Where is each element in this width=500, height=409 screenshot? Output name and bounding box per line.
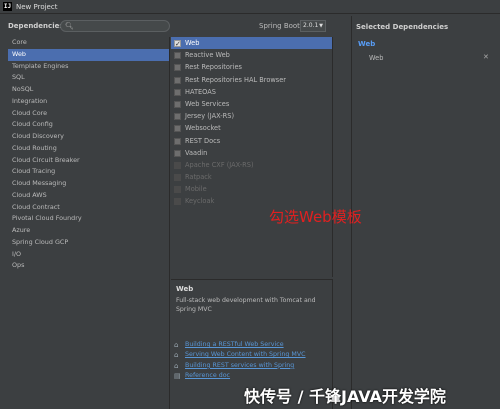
dependency-item[interactable]: Rest Repositories — [171, 61, 332, 73]
category-item[interactable]: SQL — [8, 72, 169, 84]
category-item[interactable]: I/O — [8, 249, 169, 261]
selected-dependencies-panel: Selected Dependencies Web Web ✕ — [351, 16, 500, 409]
category-item[interactable]: Cloud Messaging — [8, 178, 169, 190]
guide-link[interactable]: ⌂ Building a RESTful Web Service — [174, 340, 306, 350]
category-item[interactable]: Azure — [8, 225, 169, 237]
category-item[interactable]: Pivotal Cloud Foundry — [8, 213, 169, 225]
selected-group-label: Web — [358, 40, 376, 48]
dependency-item: Ratpack — [171, 171, 332, 183]
selected-dependencies-label: Selected Dependencies — [356, 23, 449, 31]
dependency-item[interactable]: Reactive Web — [171, 49, 332, 61]
guide-links: ⌂ Building a RESTful Web Service ⌂ Serving … — [174, 340, 306, 382]
selected-dependency-item: Web — [369, 54, 384, 62]
description-title: Web — [176, 285, 194, 293]
dependency-item: Apache CXF (JAX-RS) — [171, 159, 332, 171]
dependency-item[interactable]: Websocket — [171, 122, 332, 134]
category-item[interactable]: Cloud Routing — [8, 143, 169, 155]
checkbox — [174, 174, 181, 182]
guide-link-label: Reference doc — [185, 372, 231, 380]
category-item[interactable]: Template Engines — [8, 61, 169, 73]
checkbox[interactable] — [174, 38, 181, 50]
category-item[interactable]: Cloud Config — [8, 119, 169, 131]
category-item[interactable]: Ops — [8, 260, 169, 272]
category-item[interactable]: Spring Cloud GCP — [8, 237, 169, 249]
guide-link[interactable]: ⌂ Serving Web Content with Spring MVC — [174, 350, 306, 360]
guide-link-label: Building a RESTful Web Service — [185, 341, 284, 348]
home-icon: ⌂ — [174, 341, 179, 349]
checkbox[interactable] — [174, 88, 181, 96]
dependency-label: Vaadin — [185, 148, 208, 157]
dependency-item[interactable]: Web — [171, 37, 332, 50]
close-icon[interactable]: ✕ — [483, 53, 489, 61]
guide-link[interactable]: ⌂ Building REST services with Spring — [174, 361, 306, 371]
home-icon: ⌂ — [174, 351, 179, 360]
dependencies-label: Dependencies — [8, 22, 64, 30]
checkbox[interactable] — [174, 52, 181, 60]
home-icon: ⌂ — [174, 361, 179, 370]
watermark: 快传号 / 千锋JAVA开发学院 — [244, 387, 446, 406]
book-icon: ▤ — [174, 372, 181, 381]
dependency-label: Ratpack — [185, 173, 212, 182]
category-item[interactable]: Cloud Contract — [8, 202, 169, 214]
checkbox[interactable] — [174, 76, 181, 84]
description-text: Full-stack web development with Tomcat a… — [176, 297, 316, 313]
category-list: Core Web Template Engines SQL NoSQL Integrati… — [8, 37, 170, 409]
dependency-item[interactable]: Web Services — [171, 98, 332, 110]
category-item[interactable]: Core — [8, 37, 169, 49]
annotation-text: 勾选Web模板 — [269, 208, 362, 226]
checkbox[interactable] — [174, 149, 181, 157]
dependency-label: Web Services — [185, 99, 230, 108]
dependency-item[interactable]: Vaadin — [171, 147, 332, 159]
category-item[interactable]: Cloud Core — [8, 108, 169, 120]
checkbox — [174, 186, 181, 194]
dependency-label: Websocket — [185, 124, 221, 133]
dependency-list: Web Reactive Web Rest Repositories Rest Rep… — [171, 37, 333, 277]
checkbox[interactable] — [174, 100, 181, 108]
chevron-down-icon: ▼ — [319, 23, 323, 29]
dependency-item[interactable]: HATEOAS — [171, 86, 332, 98]
category-item[interactable]: Web — [8, 48, 169, 61]
dependency-label: Rest Repositories — [185, 63, 242, 72]
guide-link-label: Serving Web Content with Spring MVC — [185, 351, 306, 359]
dependency-item[interactable]: REST Docs — [171, 135, 332, 147]
checkbox — [174, 198, 181, 206]
dependency-label: Keycloak — [185, 197, 215, 206]
category-item[interactable]: NoSQL — [8, 84, 169, 96]
dependency-label: Apache CXF (JAX-RS) — [185, 160, 254, 169]
dependency-label: Jersey (JAX-RS) — [185, 112, 235, 121]
dependency-item: Mobile — [171, 183, 332, 195]
checkbox[interactable] — [174, 64, 181, 72]
spring-boot-version-value: 2.0.1 — [303, 22, 319, 29]
dependency-label: REST Docs — [185, 136, 221, 145]
title-bar: IJ New Project — [0, 0, 500, 14]
dependency-label: HATEOAS — [185, 87, 216, 96]
search-input[interactable]: 🔍︎ — [60, 20, 170, 32]
category-item[interactable]: Cloud Circuit Breaker — [8, 155, 169, 167]
dependency-label: Rest Repositories HAL Browser — [185, 75, 286, 84]
category-item[interactable]: Cloud Tracing — [8, 166, 169, 178]
guide-link-label: Building REST services with Spring — [185, 361, 295, 369]
dependency-label: Reactive Web — [185, 51, 230, 60]
dependency-item[interactable]: Jersey (JAX-RS) — [171, 110, 332, 122]
category-item[interactable]: Cloud AWS — [8, 190, 169, 202]
checkbox[interactable] — [174, 113, 181, 121]
dependency-item[interactable]: Rest Repositories HAL Browser — [171, 74, 332, 86]
category-item[interactable]: Integration — [8, 96, 169, 108]
category-item[interactable]: Cloud Discovery — [8, 131, 169, 143]
checkbox — [174, 161, 181, 169]
spring-boot-label: Spring Boot — [259, 22, 300, 30]
intellij-icon: IJ — [3, 2, 12, 11]
guide-link[interactable]: ▤ Reference doc — [174, 371, 306, 381]
spring-boot-version-select[interactable]: 2.0.1 ▼ — [300, 20, 326, 32]
checkbox[interactable] — [174, 125, 181, 133]
search-icon: 🔍︎ — [65, 22, 74, 30]
dependency-label: Web — [185, 39, 200, 47]
checkbox[interactable] — [174, 137, 181, 145]
window-title: New Project — [16, 2, 58, 11]
dependency-label: Mobile — [185, 185, 207, 194]
